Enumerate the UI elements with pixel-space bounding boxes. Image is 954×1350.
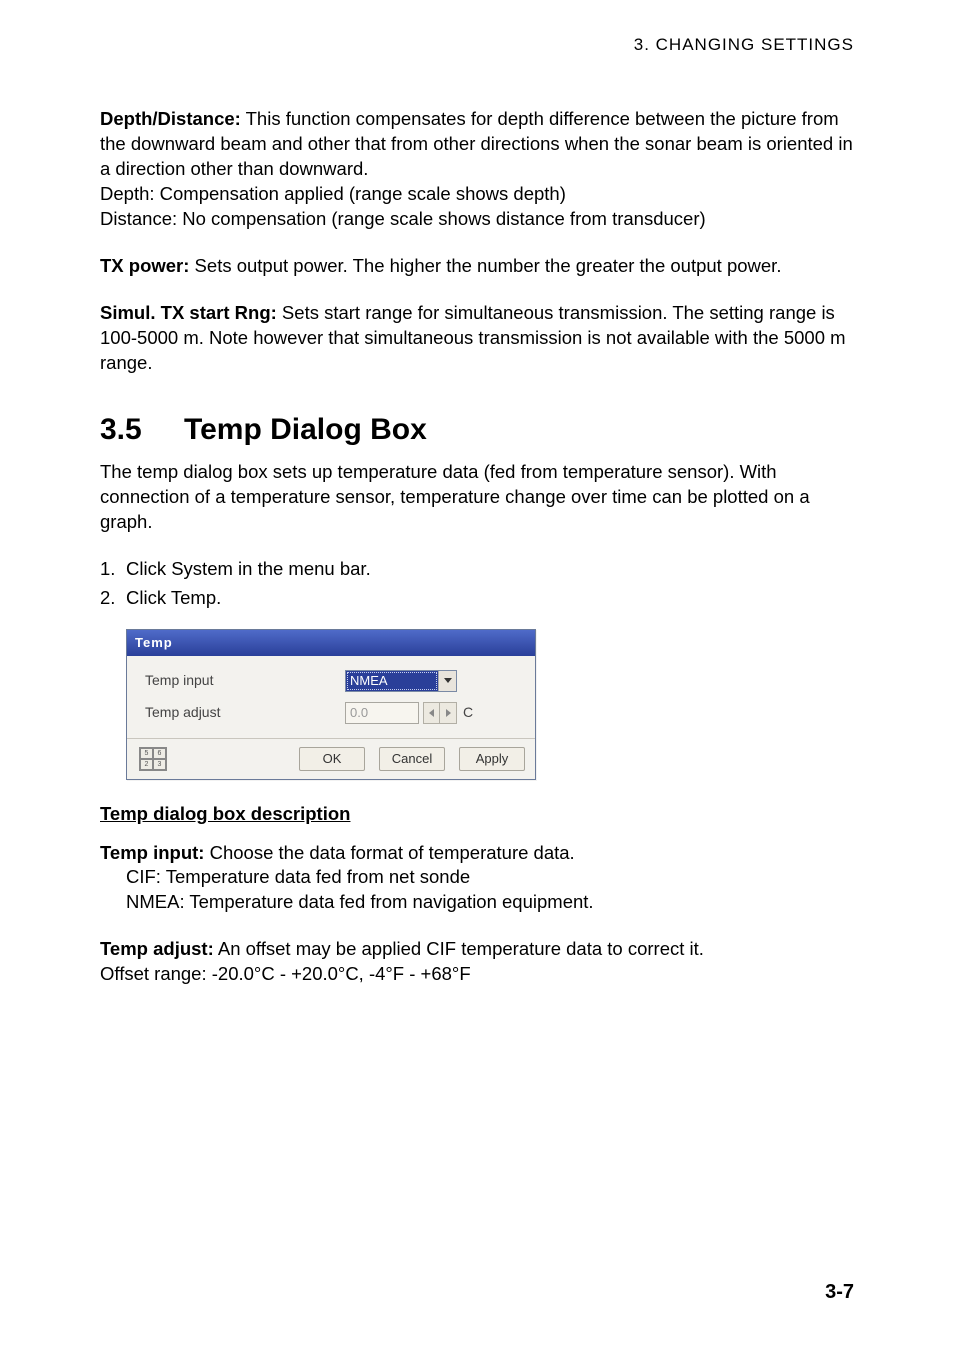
keypad-cell: 5 [140, 748, 153, 759]
para-tx-power: TX power: Sets output power. The higher … [100, 254, 854, 279]
chevron-left-icon [429, 709, 434, 717]
para-simul-tx: Simul. TX start Rng: Sets start range fo… [100, 301, 854, 376]
keypad-cell: 3 [153, 759, 166, 770]
chevron-down-icon [444, 678, 452, 683]
step-number: 1. [100, 557, 126, 582]
cancel-button[interactable]: Cancel [379, 747, 445, 771]
dialog-body: Temp input NMEA Temp adjust 0.0 C [127, 656, 535, 739]
subheading-description: Temp dialog box description [100, 802, 854, 827]
label-temp-adjust: Temp adjust [145, 703, 345, 722]
label-depth-distance: Depth/Distance: [100, 108, 241, 129]
dropdown-button[interactable] [438, 671, 456, 691]
label-simul-tx: Simul. TX start Rng: [100, 302, 277, 323]
temp-adjust-spinner [423, 702, 457, 724]
dialog-titlebar: Temp [127, 630, 535, 656]
temp-dialog: Temp Temp input NMEA Temp adjust 0.0 C [126, 629, 536, 780]
para-temp-adjust-desc: Temp adjust: An offset may be applied CI… [100, 937, 854, 987]
spinner-increment[interactable] [440, 702, 457, 724]
temp-adjust-value: 0.0 [346, 703, 418, 723]
section-title: Temp Dialog Box [184, 413, 427, 446]
text-nmea: NMEA: Temperature data fed from navigati… [100, 891, 594, 912]
text-tx-power: Sets output power. The higher the number… [189, 255, 781, 276]
section-number: 3.5 [100, 410, 184, 451]
label-temp-input-desc: Temp input: [100, 842, 204, 863]
temp-adjust-input[interactable]: 0.0 [345, 702, 419, 724]
step-text: Click System in the menu bar. [126, 558, 371, 579]
page-number: 3-7 [825, 1279, 854, 1306]
section-intro: The temp dialog box sets up temperature … [100, 460, 854, 535]
temp-adjust-unit: C [463, 703, 473, 722]
text-temp-adjust-desc: An offset may be applied CIF temperature… [214, 938, 704, 959]
step-text: Click Temp. [126, 587, 221, 608]
steps-list: 1.Click System in the menu bar. 2.Click … [100, 557, 854, 611]
label-temp-adjust-desc: Temp adjust: [100, 938, 214, 959]
text-offset-range: Offset range: -20.0°C - +20.0°C, -4°F - … [100, 963, 471, 984]
keypad-cell: 2 [140, 759, 153, 770]
dialog-footer: 56 23 OK Cancel Apply [127, 739, 535, 779]
chevron-right-icon [446, 709, 451, 717]
step-number: 2. [100, 586, 126, 611]
apply-button[interactable]: Apply [459, 747, 525, 771]
label-tx-power: TX power: [100, 255, 189, 276]
section-heading: 3.5Temp Dialog Box [100, 410, 854, 451]
dialog-figure: Temp Temp input NMEA Temp adjust 0.0 C [126, 629, 854, 780]
para-depth-distance: Depth/Distance: This function compensate… [100, 107, 854, 232]
keypad-cell: 6 [153, 748, 166, 759]
spinner-decrement[interactable] [423, 702, 440, 724]
text-distance-line: Distance: No compensation (range scale s… [100, 208, 706, 229]
page-header: 3. CHANGING SETTINGS [100, 34, 854, 57]
text-cif: CIF: Temperature data fed from net sonde [100, 866, 470, 887]
row-temp-adjust: Temp adjust 0.0 C [145, 702, 517, 724]
temp-input-value: NMEA [346, 671, 438, 691]
label-temp-input: Temp input [145, 671, 345, 690]
text-depth-line: Depth: Compensation applied (range scale… [100, 183, 566, 204]
step-item: 2.Click Temp. [100, 586, 854, 611]
row-temp-input: Temp input NMEA [145, 670, 517, 692]
keypad-icon[interactable]: 56 23 [139, 747, 167, 771]
ok-button[interactable]: OK [299, 747, 365, 771]
step-item: 1.Click System in the menu bar. [100, 557, 854, 582]
text-temp-input-desc: Choose the data format of temperature da… [204, 842, 574, 863]
para-temp-input-desc: Temp input: Choose the data format of te… [100, 841, 854, 916]
temp-input-select[interactable]: NMEA [345, 670, 457, 692]
